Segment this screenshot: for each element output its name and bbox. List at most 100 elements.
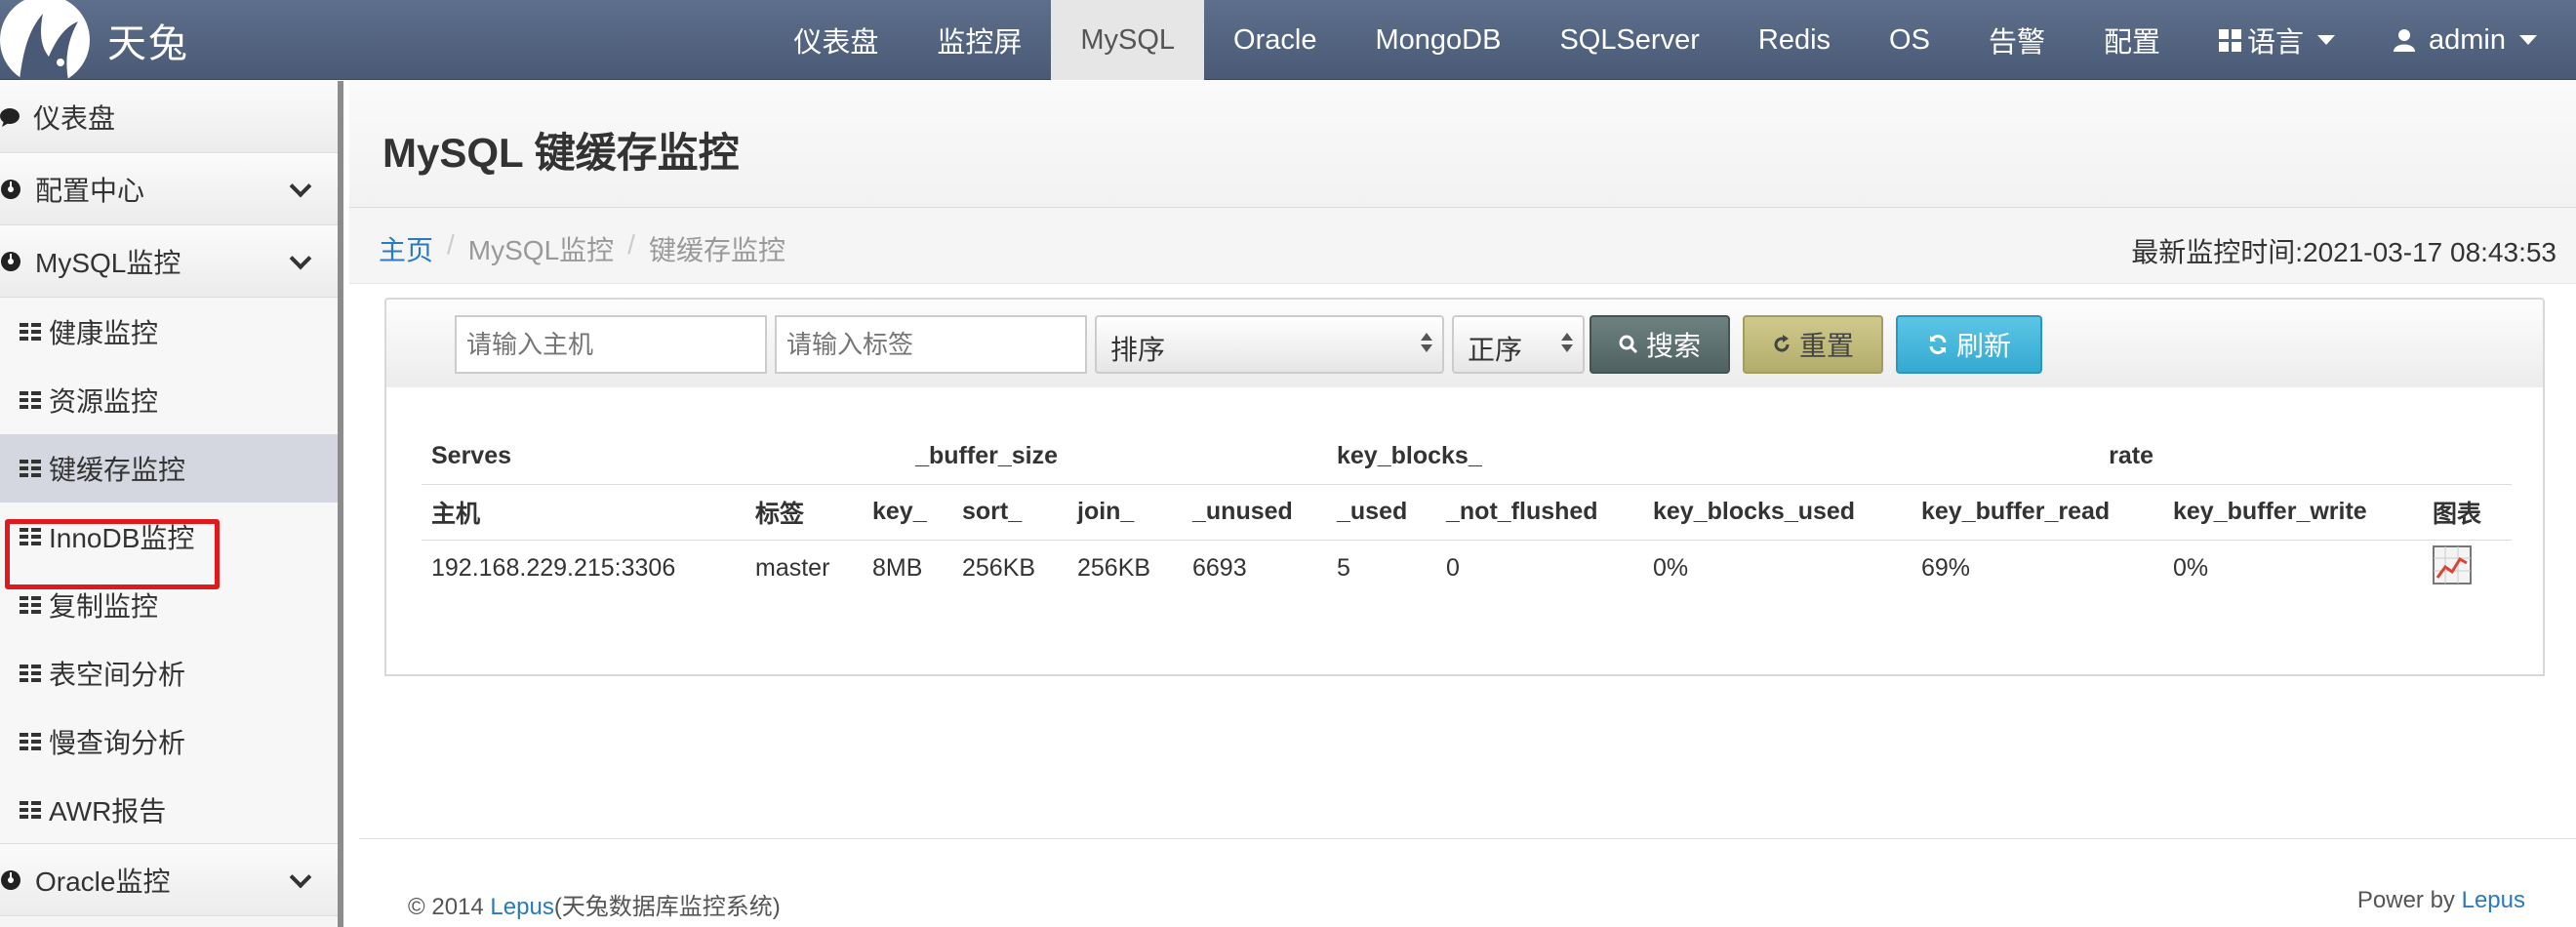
reset-label: 重置 [1798,331,1854,361]
system-name: (天兔数据库监控系统) [553,894,781,920]
sidebar-item-mysql-monitor[interactable]: MySQL监控 [0,225,338,298]
sidebar: 仪表盘 配置中心 MySQL监控 健康监控 资源监控 键缓存监控 InnoDB监… [0,81,343,927]
brand[interactable]: 天兔 [0,0,189,80]
select-arrows-icon [1421,333,1432,352]
breadcrumb-current: 键缓存监控 [648,235,785,265]
nav-oracle[interactable]: Oracle [1204,0,1346,80]
column-header[interactable]: _used [1327,484,1436,541]
dashboard-gauge-icon [1,251,20,271]
cell-key-blocks-not-flushed: 0 [1446,553,1460,582]
sidebar-label: 仪表盘 [33,102,116,134]
list-icon [20,665,41,682]
dashboard-gauge-icon [1,179,20,199]
nav-alarm[interactable]: 告警 [1959,0,2074,80]
column-header[interactable]: join_ [1067,484,1183,541]
nav-config[interactable]: 配置 [2074,0,2190,80]
nav-redis[interactable]: Redis [1729,0,1860,80]
sidebar-item-oracle-monitor[interactable]: Oracle监控 [0,844,338,916]
chevron-down-icon [289,866,312,889]
list-icon [20,391,41,409]
sort-select[interactable]: 排序 [1095,315,1444,374]
breadcrumb: 主页 / MySQL监控 / 键缓存监控 [379,229,785,268]
sidebar-item-config-center[interactable]: 配置中心 [0,153,338,225]
sidebar-item-dashboard[interactable]: 仪表盘 [0,81,338,153]
main-nav: 仪表盘 监控屏 MySQL Oracle MongoDB SQLServer R… [764,0,2576,80]
reset-button[interactable]: 重置 [1743,315,1883,374]
lepus-link[interactable]: Lepus [490,894,553,920]
breadcrumb-separator: / [447,229,455,260]
column-header[interactable]: 主机 [422,484,745,541]
powered-by-link[interactable]: Lepus [2462,887,2525,913]
sidebar-item-key-cache[interactable]: 键缓存监控 [0,434,338,503]
nav-mysql[interactable]: MySQL [1051,0,1205,80]
sidebar-item-health[interactable]: 健康监控 [0,298,338,366]
sidebar-label: 资源监控 [49,386,159,417]
group-header: Serves [422,428,863,485]
chart-icon[interactable] [2433,544,2472,584]
column-header[interactable]: 标签 [745,484,863,541]
sidebar-item-resource[interactable]: 资源监控 [0,366,338,434]
list-icon [20,596,41,614]
key-cache-table: Serves _buffer_size key_blocks_ rate 主机 … [422,428,2512,596]
order-select-value: 正序 [1468,335,1523,365]
table-row: 192.168.229.215:3306 master 8MB 256KB 25… [422,540,2512,596]
host-input[interactable] [455,315,767,374]
cell-key-blocks-unused: 6693 [1192,553,1247,582]
comment-icon [0,107,20,127]
cell-key-buffer-read-rate: 69% [1921,553,1971,582]
group-header: rate [1643,428,2163,485]
column-header[interactable]: sort_ [952,484,1067,541]
table-group-header: Serves _buffer_size key_blocks_ rate [422,428,2512,485]
group-header: key_blocks_ [1327,428,1643,485]
nav-monitor-screen[interactable]: 监控屏 [907,0,1051,80]
results-panel: Serves _buffer_size key_blocks_ rate 主机 … [384,387,2545,676]
table-column-header: 主机 标签 key_ sort_ join_ _unused _used _no… [422,484,2512,541]
sidebar-label: Oracle监控 [35,866,171,897]
chevron-down-icon [289,247,312,270]
page-title: MySQL 键缓存监控 [382,130,740,176]
highlight-box [5,519,220,589]
tag-input[interactable] [775,315,1087,374]
search-label: 搜索 [1645,331,1701,361]
column-header[interactable]: _unused [1183,484,1327,541]
nav-sqlserver[interactable]: SQLServer [1530,0,1728,80]
sidebar-label: MySQL监控 [35,247,181,278]
order-select[interactable]: 正序 [1452,315,1585,374]
sort-select-value: 排序 [1110,335,1166,365]
footer-copyright: © 2014 Lepus(天兔数据库监控系统) [408,887,781,921]
powered-by-text: Power by [2356,887,2462,913]
sidebar-item-slow-query[interactable]: 慢查询分析 [0,707,338,776]
breadcrumb-separator: / [627,229,635,260]
cell-chart [2423,540,2512,596]
nav-mongodb[interactable]: MongoDB [1346,0,1530,80]
refresh-button[interactable]: 刷新 [1896,315,2042,374]
sidebar-label: 健康监控 [49,318,159,348]
user-label: admin [2429,23,2506,56]
sidebar-item-awr[interactable]: AWR报告 [0,776,338,844]
nav-dashboard[interactable]: 仪表盘 [764,0,907,80]
column-header[interactable]: key_blocks_used [1643,484,1912,541]
list-icon [20,323,41,341]
refresh-label: 刷新 [1955,331,2011,361]
cell-join-buffer-size: 256KB [1077,553,1151,582]
top-navbar: 天兔 仪表盘 监控屏 MySQL Oracle MongoDB SQLServe… [0,0,2576,80]
cell-key-buffer-write-rate: 0% [2173,553,2209,582]
column-header[interactable]: key_ [863,484,952,541]
nav-language-dropdown[interactable]: 语言 [2190,0,2364,80]
language-label: 语言 [2246,27,2304,59]
caret-down-icon [2317,35,2335,45]
nav-os[interactable]: OS [1860,0,1959,80]
reset-icon [1774,335,1790,352]
nav-user-dropdown[interactable]: admin [2364,0,2576,80]
main-content: MySQL 键缓存监控 主页 / MySQL监控 / 键缓存监控 最新监控时间:… [349,81,2576,927]
breadcrumb-item[interactable]: MySQL监控 [468,229,614,268]
sidebar-label: 复制监控 [49,591,159,622]
sidebar-item-tablespace[interactable]: 表空间分析 [0,639,338,707]
column-header[interactable]: key_buffer_read [1912,484,2163,541]
copyright-text: © 2014 [408,894,491,920]
search-button[interactable]: 搜索 [1590,315,1730,374]
column-header[interactable]: key_buffer_write [2163,484,2423,541]
chevron-down-icon [289,175,312,198]
breadcrumb-home-link[interactable]: 主页 [379,229,433,268]
column-header[interactable]: _not_flushed [1436,484,1643,541]
